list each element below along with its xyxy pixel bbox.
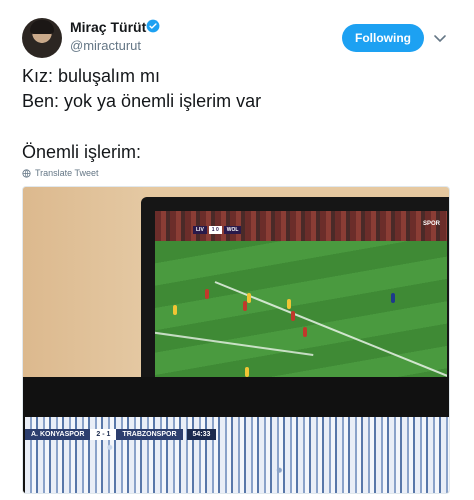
avatar[interactable] [22,18,62,58]
front-score-value: 2 - 1 [90,428,117,440]
scorebug-score: 1 0 [208,226,222,234]
front-score-away: TRABZONSPOR [116,428,183,440]
player [245,367,249,377]
match-scorebug: LIV 1 0 WOL [193,225,242,235]
globe-icon [22,168,31,178]
channel-logo: SPOR [423,221,441,227]
laptop-front: A. KONYASPOR 2 - 1 TRABZONSPOR 54:33 [23,377,449,493]
translate-tweet-label: Translate Tweet [35,168,99,178]
laptop-back-screen: LIV 1 0 WOL SPOR [155,211,447,387]
football-pitch [155,241,447,387]
player [243,301,247,311]
front-score-time: 54:33 [186,428,217,440]
tweet-text-line-2: Ben: yok ya önemli işlerim var [22,91,262,111]
player [291,311,295,321]
chevron-down-icon[interactable] [432,30,448,46]
tweet-text-line-1: Kız: buluşalım mı [22,66,161,86]
tweet-card: Miraç Türüt @miracturut Following Kız: b… [0,0,474,500]
translate-tweet-link[interactable]: Translate Tweet [22,168,99,178]
author-handle[interactable]: @miracturut [70,38,141,53]
author-name[interactable]: Miraç Türüt [70,19,146,35]
front-score-home: A. KONYASPOR [25,428,91,440]
laptop-front-screen: A. KONYASPOR 2 - 1 TRABZONSPOR 54:33 [25,417,449,493]
following-button[interactable]: Following [342,24,424,52]
scorebug-home: LIV [193,226,207,234]
tweet-text-line-3: Önemli işlerim: [22,142,142,162]
player [391,293,395,303]
player [205,289,209,299]
player [287,299,291,309]
front-scorebar: A. KONYASPOR 2 - 1 TRABZONSPOR 54:33 [25,427,217,441]
player [247,293,251,303]
scorebug-away: WOL [223,226,242,234]
player [303,327,307,337]
pitch-line [155,329,314,357]
tweet-photo[interactable]: LIV 1 0 WOL SPOR A. KONYASPOR 2 - 1 TRAB… [22,186,450,494]
player [173,305,177,315]
photo-wall [23,187,143,387]
verified-badge-icon [146,19,160,33]
